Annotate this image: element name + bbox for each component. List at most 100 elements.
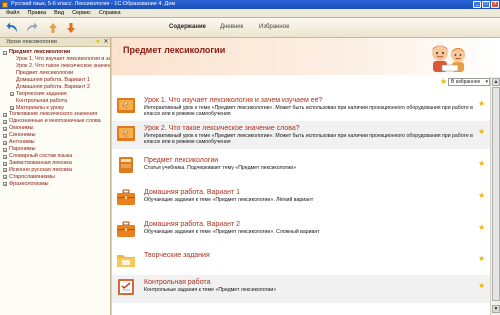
scroll-up-button[interactable]: ▲ [492, 78, 500, 86]
sidebar-item[interactable]: + Синонимы [0, 132, 110, 139]
favorite-star-icon[interactable]: ★ [478, 192, 485, 200]
sidebar-item[interactable]: + Заимствованная лексика [0, 160, 110, 167]
expand-icon[interactable]: + [3, 147, 7, 152]
expand-icon[interactable]: + [3, 161, 7, 166]
lesson-icon[interactable] [116, 95, 136, 115]
vertical-scrollbar[interactable]: ▲ ▼ [490, 77, 500, 315]
sidebar-item[interactable]: Домашняя работа. Вариант 1 [0, 77, 110, 84]
menu-service[interactable]: Сервис [68, 9, 95, 17]
back-arrow-icon[interactable] [6, 21, 20, 35]
forward-arrow-icon[interactable] [24, 21, 38, 35]
sidebar-close-icon[interactable]: ✕ [103, 39, 109, 45]
favorite-star-icon[interactable]: ★ [478, 255, 485, 263]
sidebar-item-label: Старославянизмы [9, 173, 55, 180]
sidebar-item[interactable]: Контрольная работа [0, 97, 110, 105]
lesson-description: Контрольные задания к теме «Предмет лекс… [144, 287, 277, 293]
expand-icon[interactable]: + [3, 168, 7, 173]
sidebar-item[interactable]: Предмет лексикологии [0, 69, 110, 77]
children-illustration-icon [432, 45, 465, 72]
expand-icon[interactable]: + [10, 92, 14, 97]
sidebar-item-label: Паронимы [9, 146, 36, 153]
sidebar-item-label: Исконно русская лексика [9, 166, 73, 173]
lesson-item[interactable]: Урок 2. Что такое лексическое значение с… [112, 121, 490, 149]
expand-icon[interactable]: + [10, 106, 14, 111]
menu-help[interactable]: Справка [95, 9, 125, 17]
nav-contents[interactable]: Содержание [169, 24, 206, 30]
nav-diary[interactable]: Дневник [220, 24, 243, 30]
menu-edit[interactable]: Правка [24, 9, 51, 17]
lesson-item[interactable]: Контрольная работа Контрольные задания к … [112, 275, 490, 303]
sidebar-item[interactable]: + Антонимы [0, 139, 110, 146]
sidebar-item[interactable]: + Паронимы [0, 146, 110, 153]
sidebar-item[interactable]: + Толкование лексического значения [0, 111, 110, 118]
favorite-star-icon[interactable]: ★ [478, 160, 485, 168]
sidebar-star-icon[interactable]: ★ [95, 39, 101, 45]
lesson-title-link[interactable]: Урок 2. Что такое лексическое значение с… [144, 125, 300, 132]
sidebar-item[interactable]: + Старославянизмы [0, 173, 110, 181]
menu-file[interactable]: Файл [2, 9, 24, 17]
favorite-star-icon[interactable]: ★ [478, 224, 485, 232]
sidebar-item[interactable]: − Предмет лексикологии [0, 49, 110, 56]
lesson-item[interactable]: Предмет лексикологии Статья учебника. Под… [112, 153, 490, 181]
nav-favorites[interactable]: Избранное [259, 24, 289, 30]
briefcase-icon[interactable] [116, 187, 136, 207]
expand-icon[interactable]: + [3, 112, 7, 117]
minimize-button[interactable]: _ [473, 1, 481, 8]
lesson-title-link[interactable]: Предмет лексикологии [144, 157, 218, 164]
briefcase-icon[interactable] [116, 219, 136, 239]
scroll-thumb[interactable] [492, 87, 500, 301]
lesson-title-link[interactable]: Урок 1. Что изучает лексикология и зачем… [144, 97, 322, 104]
favorite-star-icon[interactable]: ★ [478, 128, 485, 136]
expand-icon[interactable]: + [3, 119, 7, 124]
scroll-down-button[interactable]: ▼ [492, 305, 500, 313]
lesson-item[interactable]: Творческие задания ★ [112, 248, 490, 276]
sidebar-item-label: Урок 1. Что изучает лексикология и зачем… [16, 55, 111, 62]
chevron-down-icon: ▾ [485, 79, 488, 85]
lesson-item[interactable]: Урок 1. Что изучает лексикология и зачем… [112, 93, 490, 121]
folder-icon[interactable] [116, 250, 136, 270]
expand-icon[interactable]: + [3, 154, 7, 159]
window-titlebar: Русский язык, 5-6 класс. Лексикология - … [0, 0, 500, 9]
maximize-button[interactable]: □ [482, 1, 490, 8]
lesson-item[interactable]: Домашняя работа. Вариант 1 Обучающие зада… [112, 185, 490, 213]
lesson-item[interactable]: Домашняя работа. Вариант 2 Обучающие зада… [112, 217, 490, 245]
expand-icon[interactable]: + [3, 126, 7, 131]
expand-icon[interactable]: + [3, 133, 7, 138]
lesson-title-link[interactable]: Контрольная работа [144, 279, 210, 286]
expand-icon[interactable]: + [3, 175, 7, 180]
lesson-description: Обучающие задания к теме «Предмет лексик… [144, 197, 314, 203]
sidebar-item[interactable]: Урок 1. Что изучает лексикология и зачем… [0, 55, 111, 63]
sidebar-item[interactable]: + Омонимы [0, 125, 110, 132]
lesson-icon[interactable] [116, 123, 136, 143]
sidebar-item[interactable]: Домашняя работа. Вариант 2 [0, 84, 110, 91]
down-arrow-icon[interactable] [64, 21, 78, 35]
sidebar-item-label: Урок 2. Что такое лексическое значение с… [16, 62, 111, 69]
lesson-title-link[interactable]: Домашняя работа. Вариант 2 [144, 221, 240, 228]
expand-icon[interactable]: + [3, 182, 7, 187]
favorite-star-icon[interactable]: ★ [478, 100, 485, 108]
page-title: Предмет лексикологии [123, 45, 226, 55]
sidebar-item[interactable]: + Творческие задания [0, 91, 110, 98]
main-content: Предмет лексикологии ★ В избранное ▾ Уро… [112, 38, 500, 315]
test-icon[interactable] [116, 277, 136, 297]
favorite-star-icon[interactable]: ★ [478, 282, 485, 290]
sidebar-item-label: Предмет лексикологии [16, 69, 74, 76]
sidebar-item[interactable]: + Словарный состав языка [0, 153, 110, 160]
expand-icon[interactable]: + [3, 140, 7, 145]
book-icon[interactable] [116, 155, 136, 175]
up-arrow-icon[interactable] [46, 21, 60, 35]
favorites-select[interactable]: В избранное ▾ [448, 78, 490, 86]
close-button[interactable]: × [491, 1, 499, 8]
sidebar-item[interactable]: + Однозначные и многозначные слова [0, 118, 110, 125]
sidebar-item[interactable]: + Материалы к уроку [0, 105, 110, 112]
lesson-title-link[interactable]: Творческие задания [144, 252, 210, 259]
sidebar-title: Уроки лексикологии [6, 39, 57, 45]
favorites-star-icon[interactable]: ★ [440, 78, 447, 86]
sidebar-item-label: Контрольная работа [16, 97, 68, 104]
lesson-title-link[interactable]: Домашняя работа. Вариант 1 [144, 189, 240, 196]
menu-view[interactable]: Вид [50, 9, 68, 17]
sidebar-item[interactable]: Урок 2. Что такое лексическое значение с… [0, 62, 111, 70]
collapse-icon[interactable]: − [3, 50, 7, 55]
sidebar-item[interactable]: + Исконно русская лексика [0, 166, 110, 174]
sidebar-item[interactable]: + Фразеологизмы [0, 181, 110, 188]
